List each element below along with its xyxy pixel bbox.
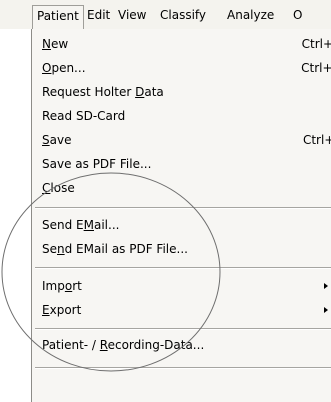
- highlight-circle: [1, 172, 221, 372]
